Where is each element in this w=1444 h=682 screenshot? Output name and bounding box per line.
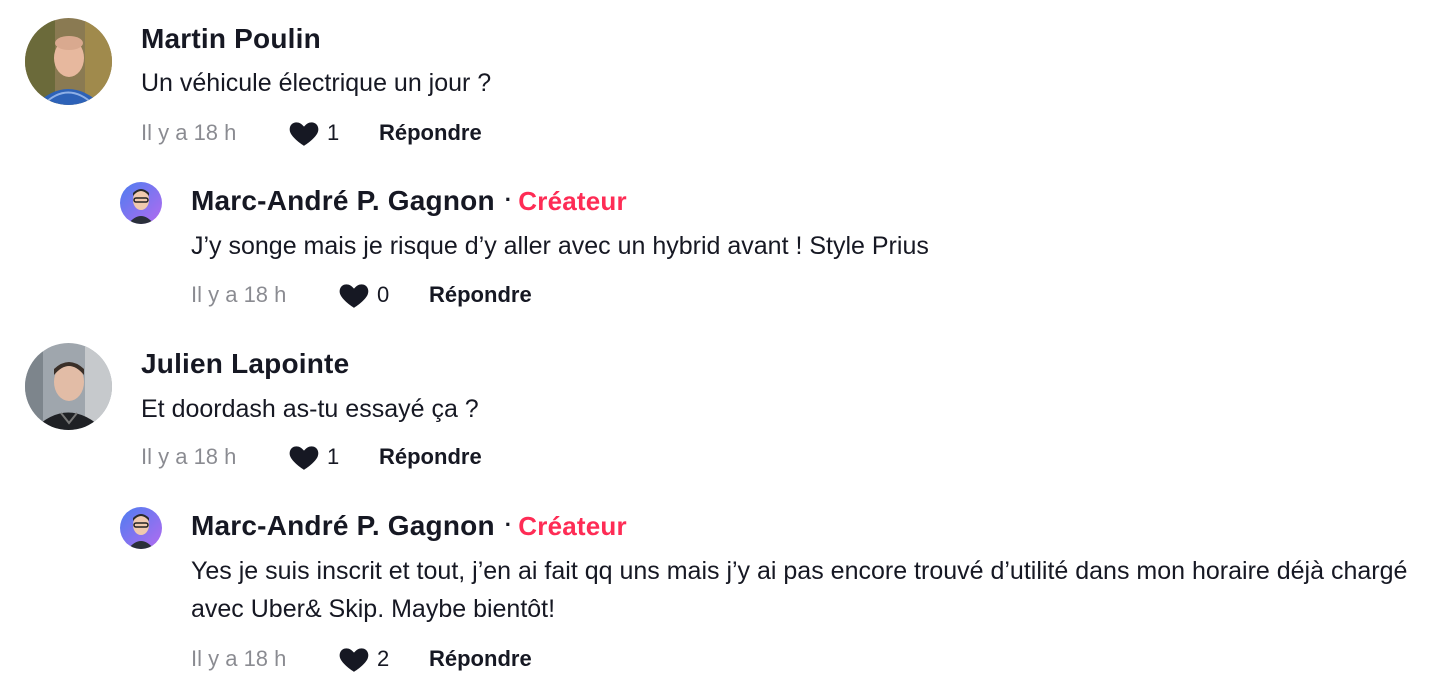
comment-text: Yes je suis inscrit et tout, j’en ai fai… (191, 557, 1408, 623)
like-button[interactable]: 1 (287, 116, 379, 150)
comment-author[interactable]: Martin Poulin (141, 23, 321, 55)
heart-icon (339, 284, 369, 308)
avatar[interactable] (120, 507, 162, 549)
comment-timestamp: Il y a 18 h (191, 646, 287, 671)
reply-item: Marc-André P. Gagnon · Créateur Yes je sui… (0, 495, 1444, 682)
reply-button[interactable]: Répondre (379, 120, 482, 146)
like-button[interactable]: 0 (337, 278, 429, 312)
avatar[interactable] (120, 182, 162, 224)
comment-text: Et doordash as-tu essayé ça ? (141, 395, 479, 423)
like-count: 0 (377, 282, 390, 307)
comment-author[interactable]: Marc-André P. Gagnon (191, 185, 495, 216)
comment-author-row: Marc-André P. Gagnon · Créateur (191, 185, 627, 217)
creator-badge: Créateur (518, 511, 627, 541)
heart-icon (289, 446, 319, 470)
heart-icon (289, 122, 319, 146)
comment-author[interactable]: Marc-André P. Gagnon (191, 510, 495, 541)
reply-button[interactable]: Répondre (429, 282, 532, 308)
comment-meta: Il y a 18 h 1 Répondre (141, 440, 482, 474)
reply-item: Marc-André P. Gagnon · Créateur J’y songe … (0, 170, 1444, 330)
like-count: 1 (327, 444, 340, 469)
avatar[interactable] (25, 343, 112, 430)
like-count: 2 (377, 646, 390, 671)
separator-dot: · (504, 512, 513, 537)
comment-timestamp: Il y a 18 h (141, 444, 237, 469)
comment-timestamp: Il y a 18 h (191, 282, 287, 307)
comment-item: Martin Poulin Un véhicule électrique un … (0, 0, 1444, 160)
comment-item: Julien Lapointe Et doordash as-tu essayé… (0, 325, 1444, 485)
comment-author[interactable]: Julien Lapointe (141, 348, 349, 380)
comment-text: Un véhicule électrique un jour ? (141, 69, 492, 97)
separator-dot: · (504, 187, 513, 212)
heart-icon (339, 648, 369, 672)
like-count: 1 (327, 120, 340, 145)
reply-button[interactable]: Répondre (379, 444, 482, 470)
avatar[interactable] (25, 18, 112, 105)
like-button[interactable]: 1 (287, 440, 379, 474)
reply-button[interactable]: Répondre (429, 646, 532, 672)
comment-text: J’y songe mais je risque d’y aller avec … (191, 232, 929, 260)
comment-author-row: Marc-André P. Gagnon · Créateur (191, 510, 627, 542)
comment-timestamp: Il y a 18 h (141, 120, 237, 145)
creator-badge: Créateur (518, 186, 627, 216)
like-button[interactable]: 2 (337, 642, 429, 676)
comment-meta: Il y a 18 h 1 Répondre (141, 116, 482, 150)
comment-meta: Il y a 18 h 0 Répondre (191, 278, 532, 312)
comment-meta: Il y a 18 h 2 Répondre (191, 642, 532, 676)
